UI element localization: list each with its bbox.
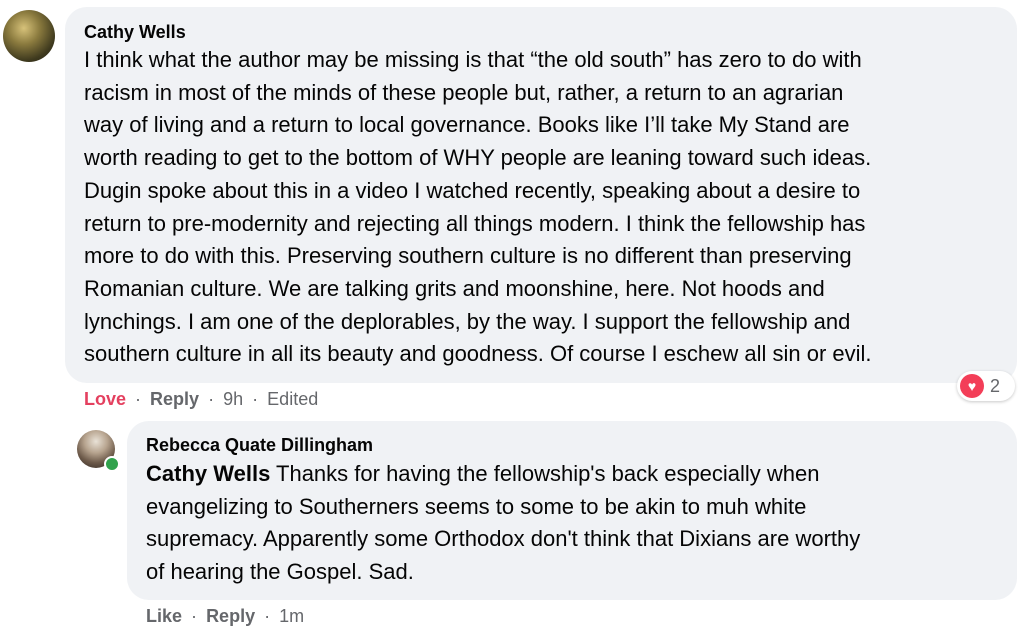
reply-button[interactable]: Reply (150, 389, 199, 409)
comment-timestamp[interactable]: 9h (223, 389, 243, 409)
separator: · (208, 389, 215, 409)
comment-actions: Love · Reply · 9h · Edited (84, 389, 318, 410)
comment-line: I think what the author may be missing i… (84, 47, 862, 72)
comment-line: lynchings. I am one of the deplorables, … (84, 308, 851, 334)
online-status-indicator (104, 456, 120, 472)
reply-button[interactable]: Reply (206, 606, 255, 626)
reply-line: supremacy. Apparently some Orthodox don'… (146, 526, 861, 552)
comment-text: I think what the author may be missing i… (84, 44, 1009, 371)
comment-line: southern culture in all its beauty and g… (84, 341, 872, 367)
separator: · (135, 389, 142, 409)
comment-line: worth reading to get to the bottom of WH… (84, 145, 872, 171)
reaction-summary[interactable]: ♥ 2 (957, 371, 1015, 401)
reply-line-text: Thanks for having the fellowship's back … (270, 461, 820, 486)
reply-line: of hearing the Gospel. Sad. (146, 559, 414, 585)
comment-line: racism in most of the minds of these peo… (84, 79, 844, 105)
reply-author-name[interactable]: Rebecca Quate Dillingham (146, 435, 373, 456)
comment-line: more to do with this. Preserving souther… (84, 243, 852, 269)
separator: · (252, 389, 259, 409)
mention-link[interactable]: Cathy Wells (146, 461, 270, 486)
reaction-count: 2 (990, 375, 1001, 396)
like-button[interactable]: Like (146, 606, 182, 626)
reply-actions: Like · Reply · 1m (146, 606, 304, 627)
comment-line: way of living and a return to local gove… (84, 112, 850, 138)
love-reaction-button[interactable]: Love (84, 389, 126, 409)
heart-icon: ♥ (960, 374, 984, 398)
reply-line: Cathy Wells Thanks for having the fellow… (146, 458, 1006, 491)
reply-text: Cathy Wells Thanks for having the fellow… (146, 458, 1006, 589)
comment-author-name[interactable]: Cathy Wells (84, 22, 186, 43)
reply-line: evangelizing to Southerners seems to som… (146, 493, 807, 519)
comment-line: return to pre-modernity and rejecting al… (84, 210, 866, 236)
comment-line: Romanian culture. We are talking grits a… (84, 275, 825, 301)
comment-line: Dugin spoke about this in a video I watc… (84, 177, 861, 203)
separator: · (191, 606, 198, 626)
edited-label[interactable]: Edited (267, 389, 318, 409)
separator: · (264, 606, 271, 626)
reply-timestamp[interactable]: 1m (279, 606, 304, 626)
commenter-avatar[interactable] (3, 10, 55, 62)
